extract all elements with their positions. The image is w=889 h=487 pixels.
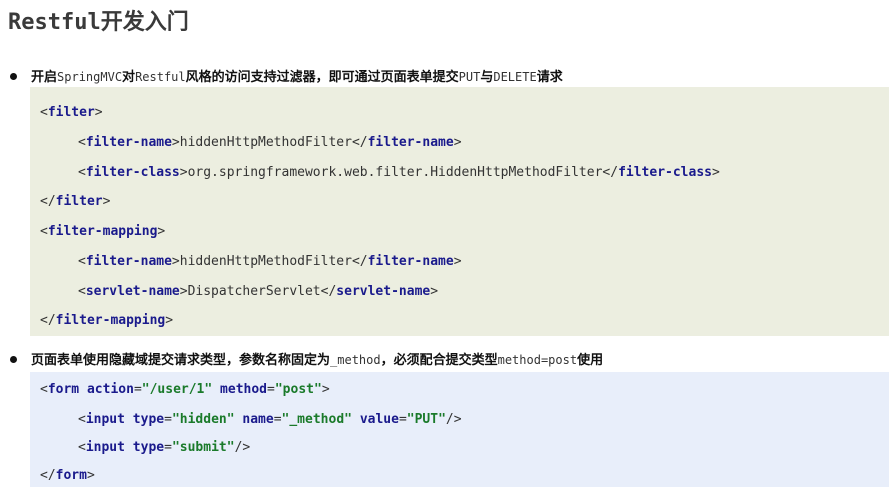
code-line: <servlet-name>DispatcherServlet</servlet… xyxy=(78,284,439,299)
title-cn: 开发入门 xyxy=(100,10,189,35)
code-block-form: <form action="/user/1" method="post"> <i… xyxy=(30,372,889,487)
bullet-dot-icon xyxy=(10,73,17,80)
page-title: Restful开发入门 xyxy=(8,4,189,36)
code-line: </filter-mapping> xyxy=(40,313,174,328)
title-latin: Restful xyxy=(8,10,101,35)
code-line: <filter-mapping> xyxy=(40,224,166,239)
code-line: <input type="hidden" name="_method" valu… xyxy=(78,412,462,427)
code-line: <filter-name>hiddenHttpMethodFilter</fil… xyxy=(78,254,462,269)
code-line: <filter-name>hiddenHttpMethodFilter</fil… xyxy=(78,135,462,150)
code-line: <filter-class>org.springframework.web.fi… xyxy=(78,165,720,180)
bullet-hidden-method: 页面表单使用隐藏域提交请求类型，参数名称固定为_method，必须配合提交类型m… xyxy=(10,349,603,368)
code-block-filter: <filter> <filter-name>hiddenHttpMethodFi… xyxy=(30,87,889,336)
code-line: <form action="/user/1" method="post"> xyxy=(40,382,330,397)
bullet-filter-intro: 开启SpringMVC对Restful风格的访问支持过滤器，即可通过页面表单提交… xyxy=(10,66,563,85)
code-line: </form> xyxy=(40,468,95,483)
code-line: <filter> xyxy=(40,105,103,120)
code-line: </filter> xyxy=(40,194,111,209)
code-line: <input type="submit"/> xyxy=(78,440,251,455)
bullet-dot-icon xyxy=(10,356,17,363)
